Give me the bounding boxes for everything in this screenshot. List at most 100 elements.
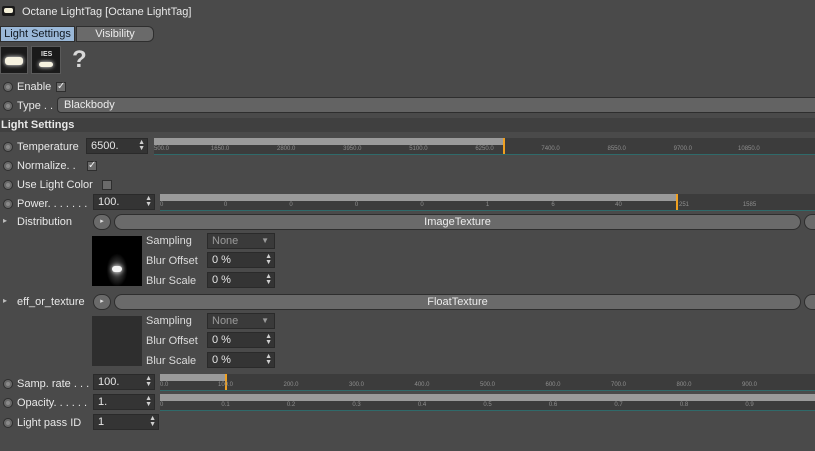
type-animate-radio[interactable]: [3, 101, 13, 111]
eff-blur-scale-input[interactable]: 0 % ▲ ▼: [207, 352, 275, 368]
tab-label: Light Settings: [4, 28, 71, 40]
light-pass-id-animate-radio[interactable]: [3, 418, 13, 428]
title-bar: Octane LightTag [Octane LightTag]: [0, 0, 815, 24]
tick-label: 6: [551, 202, 555, 208]
opacity-animate-radio[interactable]: [3, 398, 13, 408]
eff-blur-offset-input[interactable]: 0 % ▲ ▼: [207, 332, 275, 348]
distribution-blur-offset-label: Blur Offset: [146, 255, 198, 267]
eff-sampling-dropdown: None ▼: [207, 313, 275, 329]
normalize-label: Normalize. .: [17, 160, 76, 172]
tick-label: 3950.0: [343, 146, 362, 152]
power-value: 100.: [98, 196, 120, 208]
samp-rate-animate-radio[interactable]: [3, 379, 13, 389]
normalize-animate-radio[interactable]: [3, 161, 13, 171]
tick-label: 9700.0: [673, 146, 692, 152]
chevron-down-icon: ▼: [261, 316, 269, 325]
use-light-color-animate-radio[interactable]: [3, 180, 13, 190]
spinner-icon[interactable]: ▲ ▼: [265, 353, 272, 366]
float-texture-preview: [92, 316, 142, 366]
enable-label: Enable: [17, 81, 52, 93]
spinner-icon[interactable]: ▲ ▼: [149, 415, 156, 428]
temperature-animate-radio[interactable]: [3, 142, 13, 152]
tab-light-settings[interactable]: Light Settings: [0, 26, 75, 42]
spinner-icon[interactable]: ▲ ▼: [145, 395, 152, 408]
tick-label: 0.2: [286, 402, 296, 408]
samp-rate-label: Samp. rate . . .: [17, 378, 90, 390]
light-tag-icon: [2, 6, 15, 16]
spinner-icon[interactable]: ▲ ▼: [145, 195, 152, 208]
enable-animate-radio[interactable]: [3, 82, 13, 92]
help-icon[interactable]: ?: [72, 46, 87, 74]
slider-marker[interactable]: [503, 138, 506, 155]
type-dropdown[interactable]: Blackbody: [57, 97, 815, 113]
light-pass-id-input[interactable]: 1 ▲ ▼: [93, 414, 159, 430]
eff-or-texture-texture-button[interactable]: FloatTexture: [114, 294, 801, 310]
area-light-icon-button[interactable]: [0, 46, 28, 74]
area-light-icon: [5, 57, 23, 65]
blur-offset-value: 0 %: [212, 254, 231, 266]
sampling-value: None: [212, 315, 239, 327]
power-slider[interactable]: 0 0 0 0 0 1 6 40 251 1585: [160, 194, 815, 211]
temperature-value: 6500.: [91, 140, 119, 152]
normalize-checkbox[interactable]: ✓: [87, 161, 97, 171]
distribution-blur-offset-input[interactable]: 0 % ▲ ▼: [207, 252, 275, 268]
spinner-icon[interactable]: ▲ ▼: [145, 375, 152, 388]
temperature-slider[interactable]: 500.0 1650.0 2800.0 3950.0 5100.0 6250.0 7400.…: [154, 138, 815, 155]
samp-rate-slider[interactable]: 0.0 100.0 200.0 300.0 400.0 500.0 600.0 700.0 80…: [160, 374, 815, 391]
section-header: Light Settings: [0, 118, 815, 132]
samp-rate-input[interactable]: 100. ▲ ▼: [93, 374, 155, 390]
slider-fill: [160, 394, 815, 401]
eff-or-texture-clear-button[interactable]: [804, 294, 815, 310]
section-title: Light Settings: [1, 119, 75, 131]
enable-checkbox[interactable]: ✓: [56, 82, 66, 92]
temperature-input[interactable]: 6500. ▲ ▼: [86, 138, 148, 154]
distribution-clear-button[interactable]: [804, 214, 815, 230]
opacity-input[interactable]: 1. ▲ ▼: [93, 394, 155, 410]
ies-label: IES: [41, 51, 53, 58]
spinner-icon[interactable]: ▲ ▼: [265, 273, 272, 286]
window-title: Octane LightTag [Octane LightTag]: [22, 6, 192, 18]
tick-label: 40: [615, 202, 622, 208]
distribution-menu-button[interactable]: ▸: [93, 214, 111, 230]
expand-arrow-icon[interactable]: ▸: [3, 216, 7, 225]
tab-visibility[interactable]: Visibility: [76, 26, 154, 42]
power-input[interactable]: 100. ▲ ▼: [93, 194, 155, 210]
tick-label: 8550.0: [607, 146, 626, 152]
ies-light-icon: [39, 62, 53, 67]
distribution-blur-scale-input[interactable]: 0 % ▲ ▼: [207, 272, 275, 288]
tick-label: 0.7: [614, 402, 623, 408]
use-light-color-checkbox[interactable]: [102, 180, 112, 190]
slider-baseline: [160, 390, 815, 391]
tick-label: 1650.0: [210, 146, 230, 152]
tick-label: 400.0: [414, 382, 430, 388]
spinner-icon[interactable]: ▲ ▼: [138, 139, 145, 152]
power-label: Power. . . . . . .: [17, 198, 88, 210]
type-label: Type . .: [17, 100, 54, 112]
use-light-color-label: Use Light Color: [17, 179, 93, 191]
opacity-slider[interactable]: 0 0.1 0.2 0.3 0.4 0.5 0.6 0.7 0.8 0.9: [160, 394, 815, 411]
tick-label: 1585: [742, 202, 757, 208]
expand-arrow-icon[interactable]: ▸: [3, 296, 7, 305]
tick-label: 0: [420, 202, 424, 208]
slider-baseline: [160, 410, 815, 411]
tick-label: 6250.0: [475, 146, 494, 152]
tick-label: 0.9: [745, 402, 754, 408]
eff-or-texture-menu-button[interactable]: ▸: [93, 294, 111, 310]
power-animate-radio[interactable]: [3, 199, 13, 209]
ies-light-icon-button[interactable]: IES: [31, 46, 61, 74]
light-pass-id-label: Light pass ID: [17, 417, 82, 429]
tick-label: 700.0: [610, 382, 627, 388]
distribution-sampling-label: Sampling: [146, 235, 192, 247]
tick-label: 251: [678, 202, 690, 208]
spinner-icon[interactable]: ▲ ▼: [265, 333, 272, 346]
eff-or-texture-label: eff_or_texture: [17, 296, 85, 308]
distribution-texture-button[interactable]: ImageTexture: [114, 214, 801, 230]
spinner-icon[interactable]: ▲ ▼: [265, 253, 272, 266]
tick-label: 0.5: [483, 402, 492, 408]
tick-label: 0: [160, 202, 164, 208]
opacity-value: 1.: [98, 396, 108, 408]
tick-label: 10850.0: [738, 146, 760, 152]
tick-label: 600.0: [545, 382, 561, 388]
tick-label: 2800.0: [277, 146, 296, 152]
light-pass-id-value: 1: [98, 416, 105, 428]
